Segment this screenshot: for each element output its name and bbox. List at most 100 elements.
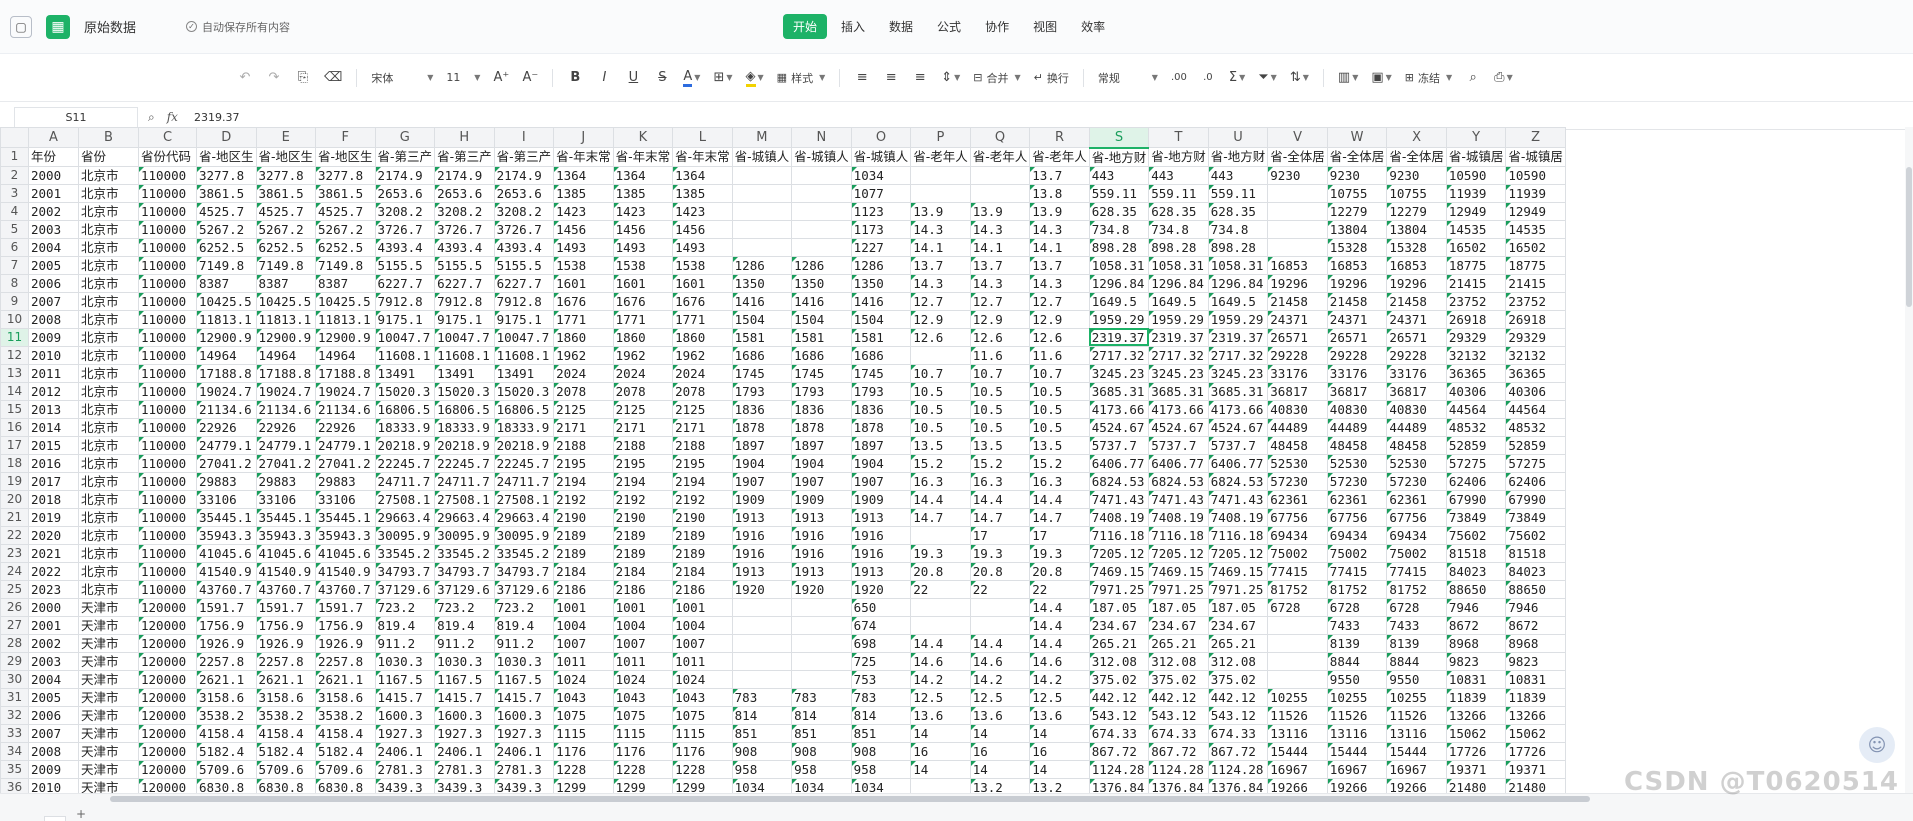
cell[interactable]: 北京市 bbox=[78, 525, 139, 545]
cell[interactable]: 天津市 bbox=[78, 669, 139, 689]
cell[interactable]: 13804 bbox=[1326, 219, 1388, 239]
cell[interactable]: 1385 bbox=[672, 183, 733, 203]
cell[interactable]: 3208.2 bbox=[374, 201, 436, 221]
function-icon[interactable]: fx bbox=[167, 110, 178, 125]
cell[interactable]: 21415 bbox=[1445, 273, 1507, 293]
cell[interactable]: 24711.7 bbox=[434, 471, 495, 491]
cell[interactable]: 13491 bbox=[434, 363, 495, 383]
row-header[interactable]: 19 bbox=[0, 471, 29, 491]
cell[interactable]: 天津市 bbox=[78, 741, 139, 761]
cell[interactable]: 7205.12 bbox=[1088, 543, 1150, 563]
cell[interactable]: 2717.32 bbox=[1207, 345, 1269, 365]
wrap-text-button[interactable]: ↵ 换行 bbox=[1029, 65, 1074, 91]
cell[interactable]: 22245.7 bbox=[493, 453, 555, 473]
cell[interactable]: 1296.84 bbox=[1148, 273, 1209, 293]
cell[interactable]: 13.8 bbox=[1029, 183, 1090, 203]
cell[interactable]: 1601 bbox=[553, 273, 614, 293]
cell[interactable]: 2184 bbox=[672, 561, 733, 581]
cell[interactable]: 省份 bbox=[78, 147, 139, 167]
column-header[interactable]: C bbox=[138, 127, 197, 148]
cell[interactable]: 2621.1 bbox=[255, 669, 317, 689]
cell[interactable]: 6830.8 bbox=[315, 777, 376, 793]
cell[interactable]: 2020 bbox=[28, 525, 79, 545]
cell[interactable]: 443 bbox=[1088, 165, 1150, 185]
cell[interactable]: 1176 bbox=[612, 741, 674, 761]
align-center-icon[interactable]: ≡ bbox=[878, 65, 904, 91]
cell[interactable]: 16.3 bbox=[910, 471, 971, 491]
cell[interactable]: 12.7 bbox=[910, 291, 971, 311]
cell[interactable]: 1030.3 bbox=[434, 651, 495, 671]
cell[interactable]: 4525.7 bbox=[255, 201, 317, 221]
cell[interactable]: 40306 bbox=[1505, 381, 1566, 401]
cell[interactable]: 10.5 bbox=[910, 417, 971, 437]
cell[interactable]: 12900.9 bbox=[196, 327, 257, 347]
cell[interactable]: 1836 bbox=[791, 399, 852, 419]
cell[interactable]: 8968 bbox=[1505, 633, 1566, 653]
cell[interactable]: 37129.6 bbox=[374, 579, 436, 599]
row-header[interactable]: 11 bbox=[0, 327, 29, 347]
cell[interactable]: 120000 bbox=[138, 759, 197, 779]
cell[interactable]: 1581 bbox=[731, 327, 793, 347]
cell[interactable]: 9175.1 bbox=[434, 309, 495, 329]
cell[interactable]: 14.3 bbox=[910, 273, 971, 293]
cell[interactable]: 1385 bbox=[553, 183, 614, 203]
row-header[interactable]: 25 bbox=[0, 579, 29, 599]
cell[interactable]: 29883 bbox=[196, 471, 257, 491]
cell[interactable]: 8844 bbox=[1326, 651, 1388, 671]
cell[interactable]: 北京市 bbox=[78, 561, 139, 581]
cell[interactable]: 32132 bbox=[1445, 345, 1507, 365]
cell[interactable]: 36365 bbox=[1505, 363, 1566, 383]
cell[interactable]: 26571 bbox=[1326, 327, 1388, 347]
cell[interactable]: 120000 bbox=[138, 597, 197, 617]
cell[interactable]: 18333.9 bbox=[434, 417, 495, 437]
cell[interactable]: 2023 bbox=[28, 579, 79, 599]
cell[interactable]: 1004 bbox=[612, 615, 674, 635]
cell[interactable]: 753 bbox=[850, 669, 912, 689]
cell[interactable]: 9550 bbox=[1326, 669, 1388, 689]
underline-icon[interactable]: U bbox=[620, 65, 646, 91]
cell[interactable]: 15444 bbox=[1267, 741, 1328, 761]
cell[interactable] bbox=[1267, 237, 1328, 257]
cell[interactable]: 8968 bbox=[1445, 633, 1507, 653]
cell[interactable]: 2008 bbox=[28, 309, 79, 329]
cell[interactable]: 1173 bbox=[850, 219, 912, 239]
cell[interactable]: 24779.1 bbox=[315, 435, 376, 455]
cell[interactable]: 7116.18 bbox=[1088, 525, 1150, 545]
cell[interactable]: 14535 bbox=[1505, 219, 1566, 239]
cell[interactable] bbox=[910, 183, 971, 203]
decrease-font-icon[interactable]: A⁻ bbox=[517, 65, 543, 91]
cell[interactable]: 36365 bbox=[1445, 363, 1507, 383]
cell[interactable]: 1415.7 bbox=[434, 687, 495, 707]
cell[interactable]: 3861.5 bbox=[315, 183, 376, 203]
cell[interactable]: 674.33 bbox=[1148, 723, 1209, 743]
cell[interactable] bbox=[791, 651, 852, 671]
cell[interactable]: 41045.6 bbox=[196, 543, 257, 563]
cell[interactable]: 5737.7 bbox=[1148, 435, 1209, 455]
cell[interactable]: 天津市 bbox=[78, 705, 139, 725]
cell[interactable]: 15020.3 bbox=[374, 381, 436, 401]
column-header[interactable]: R bbox=[1029, 127, 1090, 148]
style-button[interactable]: ▦ 样式 ▼ bbox=[772, 65, 831, 91]
cell[interactable]: 1959.29 bbox=[1148, 309, 1209, 329]
cell[interactable]: 省-年末常 bbox=[612, 147, 674, 167]
cell[interactable]: 3208.2 bbox=[434, 201, 495, 221]
column-header[interactable]: I bbox=[493, 127, 555, 148]
cell[interactable]: 88650 bbox=[1445, 579, 1507, 599]
cell[interactable]: 13116 bbox=[1386, 723, 1447, 743]
cell[interactable]: 1538 bbox=[553, 255, 614, 275]
cell[interactable]: 16 bbox=[910, 741, 971, 761]
cell[interactable]: 2011 bbox=[28, 363, 79, 383]
cell[interactable]: 10.7 bbox=[1029, 363, 1090, 383]
cell[interactable]: 省-地区生 bbox=[196, 147, 257, 167]
cell[interactable]: 29228 bbox=[1386, 345, 1447, 365]
row-header[interactable]: 13 bbox=[0, 363, 29, 383]
cell[interactable]: 17188.8 bbox=[196, 363, 257, 383]
italic-icon[interactable]: I bbox=[591, 65, 617, 91]
cell[interactable] bbox=[1267, 219, 1328, 239]
cell[interactable]: 650 bbox=[850, 597, 912, 617]
cell[interactable]: 16502 bbox=[1445, 237, 1507, 257]
column-header[interactable]: X bbox=[1386, 127, 1447, 148]
cell[interactable]: 1299 bbox=[612, 777, 674, 793]
cell[interactable]: 北京市 bbox=[78, 417, 139, 437]
cell[interactable]: 省-城镇人 bbox=[731, 147, 793, 167]
